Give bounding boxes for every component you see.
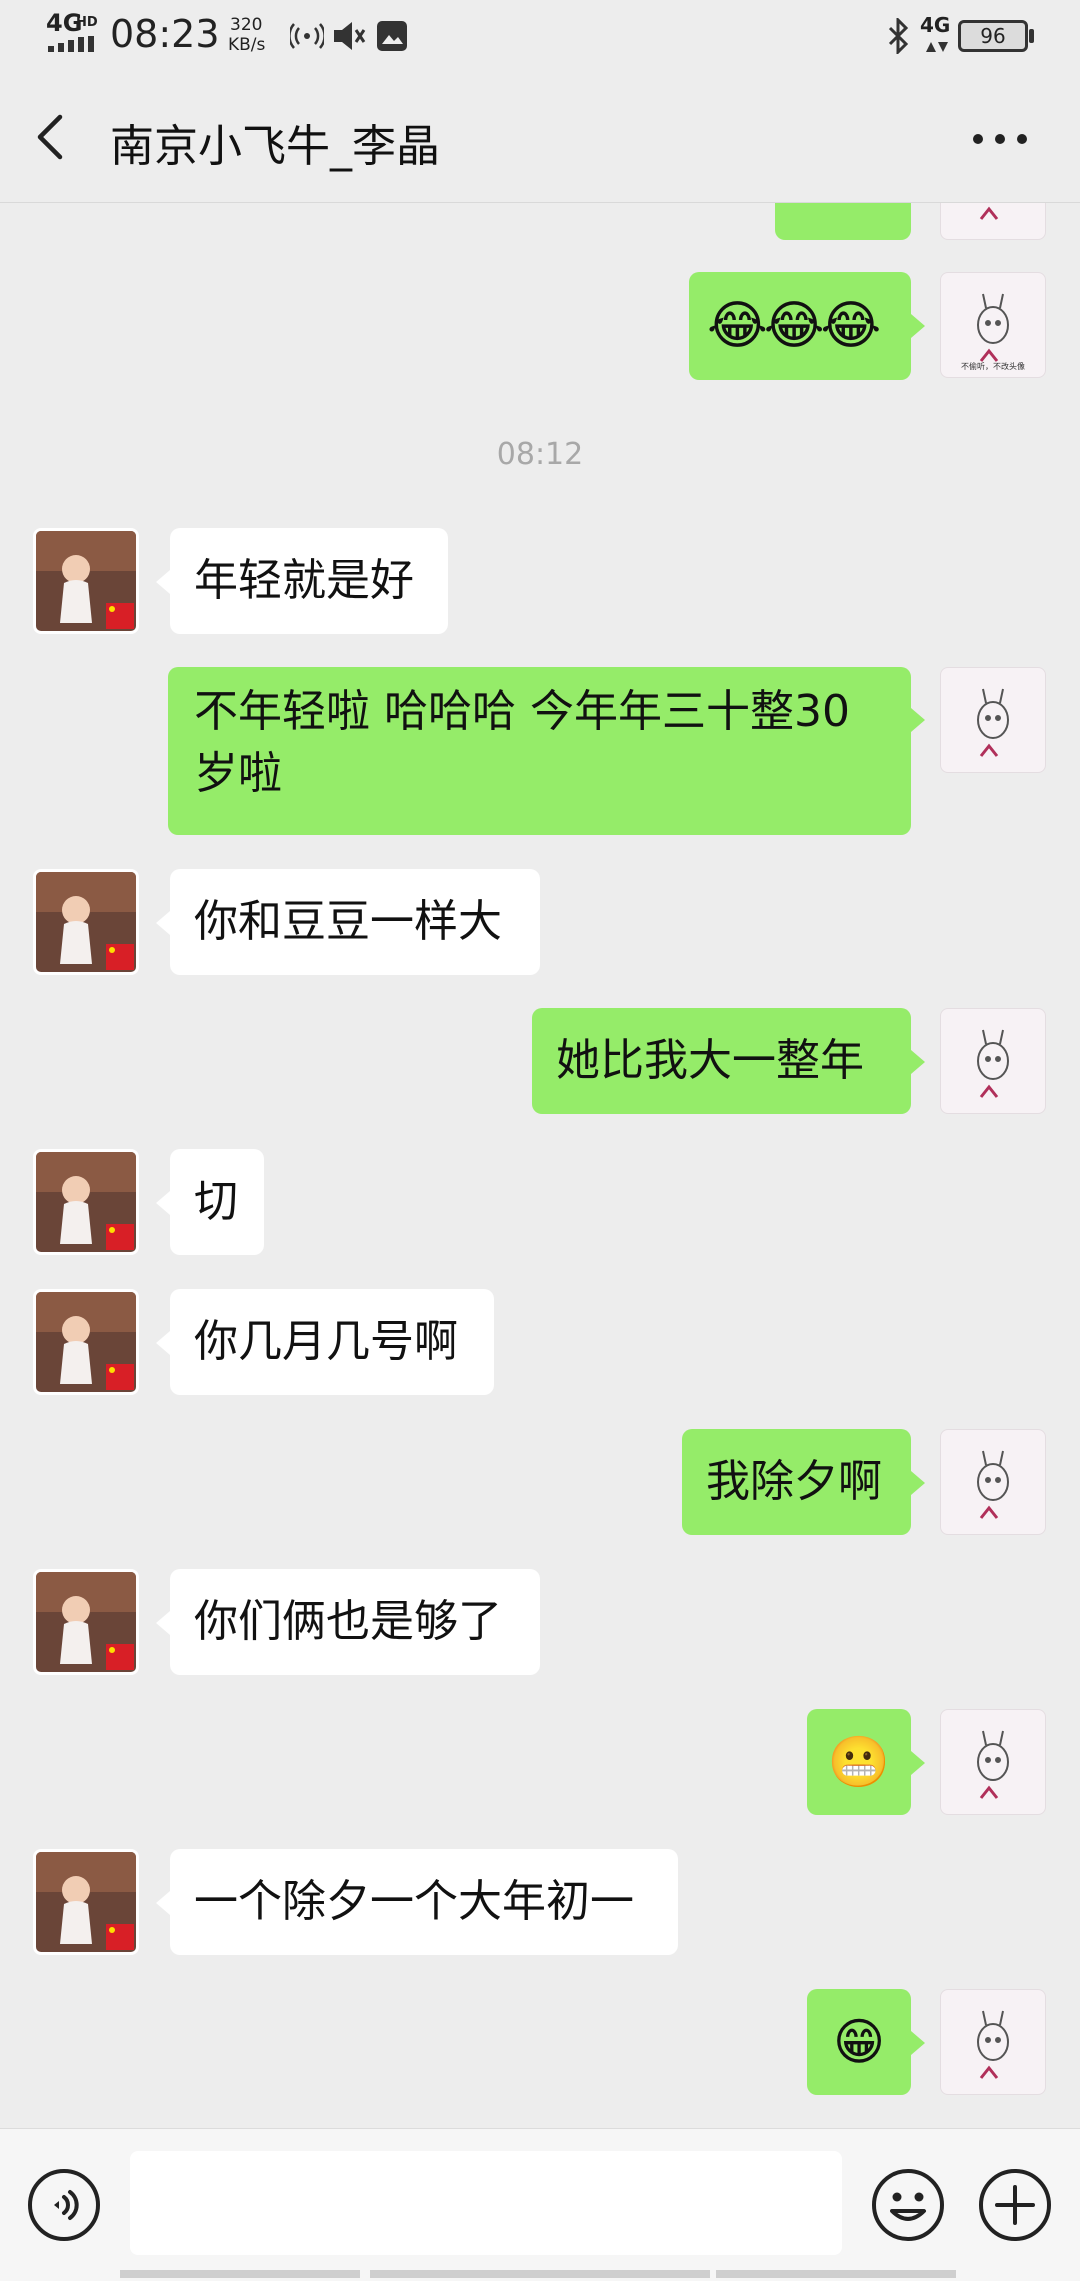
contact-avatar[interactable]	[33, 1149, 139, 1255]
bubble-tail	[911, 1471, 925, 1495]
message-text-line: 不年轻啦 哈哈哈 今年年三十整30	[194, 686, 850, 737]
net-speed-unit: KB/s	[228, 35, 266, 55]
message-bubble[interactable]: 切	[170, 1149, 264, 1255]
contact-avatar[interactable]	[33, 1569, 139, 1675]
message-text: 我除夕啊	[706, 1456, 882, 1507]
message-bubble[interactable]: 一个除夕一个大年初一	[170, 1849, 678, 1955]
chat-title: 南京小飞牛_李晶	[110, 121, 440, 172]
gallery-icon	[377, 21, 407, 51]
plus-icon[interactable]	[977, 2167, 1053, 2243]
message-bubble[interactable]: 你们俩也是够了	[170, 1569, 540, 1675]
message-bubble[interactable]: 你几月几号啊	[170, 1289, 494, 1395]
message-text-line: 岁啦	[194, 748, 282, 799]
rabbit-avatar-icon	[977, 1730, 1009, 1799]
message-text: 你几月几号啊	[194, 1316, 458, 1367]
network-sup-label: HD	[76, 15, 98, 30]
mute-icon	[334, 22, 366, 50]
more-icon[interactable]	[970, 132, 1030, 146]
my-avatar[interactable]	[940, 1989, 1046, 2095]
status-bar: 4G HD 08:23 320 KB/s 4G 96	[0, 0, 1080, 70]
message-bubble-emoji[interactable]: 😂😂😂	[689, 272, 911, 380]
nav-gesture-bar	[120, 2270, 360, 2278]
data-arrows-icon	[926, 42, 948, 52]
message-text: 你们俩也是够了	[194, 1596, 502, 1647]
bubble-tail	[156, 570, 170, 594]
child-photo-icon	[36, 531, 136, 631]
my-avatar[interactable]	[940, 1429, 1046, 1535]
child-photo-icon	[36, 1292, 136, 1392]
my-avatar[interactable]	[940, 1008, 1046, 1114]
chat-timestamp: 08:12	[496, 437, 584, 472]
bubble-tail	[156, 1191, 170, 1215]
contact-avatar[interactable]	[33, 1289, 139, 1395]
message-bubble-emoji[interactable]: 😁	[807, 1989, 911, 2095]
bubble-tail	[911, 1050, 925, 1074]
child-photo-icon	[36, 872, 136, 972]
bubble-tail	[911, 708, 925, 732]
message-bubble[interactable]: 我除夕啊	[682, 1429, 911, 1535]
svg-text:不偷听，不改头像: 不偷听，不改头像	[961, 361, 1025, 371]
message-text: 切	[194, 1176, 238, 1227]
message-bubble[interactable]: 你和豆豆一样大	[170, 869, 540, 975]
grin-emoji: 😁	[832, 2013, 886, 2071]
contact-avatar[interactable]	[33, 1849, 139, 1955]
battery-tip	[1029, 29, 1034, 43]
rabbit-avatar-icon	[977, 1029, 1009, 1098]
child-photo-icon	[36, 1852, 136, 1952]
bubble-tail	[156, 1611, 170, 1635]
nav-gesture-bar	[370, 2270, 710, 2278]
my-avatar[interactable]	[940, 667, 1046, 773]
message-bubble[interactable]: 不年轻啦 哈哈哈 今年年三十整30 岁啦	[168, 667, 911, 835]
signal-icon	[48, 36, 94, 52]
input-bar	[0, 2128, 1080, 2281]
contact-avatar[interactable]	[33, 869, 139, 975]
bubble-tail	[156, 911, 170, 935]
message-bubble[interactable]: 她比我大一整年	[532, 1008, 911, 1114]
chat-header: 南京小飞牛_李晶	[0, 70, 1080, 203]
message-text: 年轻就是好	[194, 555, 414, 606]
my-avatar[interactable]: 不偷听，不改头像	[940, 272, 1046, 378]
emoji-icon[interactable]	[870, 2167, 946, 2243]
net-speed-value: 320	[230, 15, 263, 35]
rabbit-avatar-icon	[977, 688, 1009, 757]
rabbit-avatar-icon	[977, 1450, 1009, 1519]
message-text: 你和豆豆一样大	[194, 896, 502, 947]
child-photo-icon	[36, 1152, 136, 1252]
message-text: 一个除夕一个大年初一	[194, 1876, 634, 1927]
my-avatar[interactable]	[940, 1709, 1046, 1815]
message-input[interactable]	[130, 2151, 842, 2255]
grimace-emoji: 😬	[827, 1733, 891, 1791]
battery-level: 96	[980, 24, 1006, 48]
bubble-tail	[156, 1891, 170, 1915]
message-bubble[interactable]: 年轻就是好	[170, 528, 448, 634]
message-bubble-emoji[interactable]: 😬	[807, 1709, 911, 1815]
message-text: 她比我大一整年	[556, 1035, 864, 1086]
bubble-tail	[911, 2031, 925, 2055]
rabbit-avatar-icon: 不偷听，不改头像	[961, 293, 1025, 371]
bubble-tail	[911, 314, 925, 338]
bubble-tail	[911, 1751, 925, 1775]
chat-area[interactable]: 😂😂😂 不偷听，不改头像 08:12 年轻就是好 不年轻啦 哈哈哈 今年年三十整…	[0, 0, 1080, 2130]
laughing-crying-emoji: 😂😂😂	[707, 296, 881, 356]
rabbit-avatar-icon	[977, 2010, 1009, 2079]
contact-avatar[interactable]	[33, 528, 139, 634]
status-time: 08:23	[110, 12, 220, 56]
nav-gesture-bar	[716, 2270, 956, 2278]
bubble-tail	[156, 1331, 170, 1355]
child-photo-icon	[36, 1572, 136, 1672]
network-right-label: 4G	[920, 13, 951, 37]
bluetooth-icon	[888, 18, 909, 54]
battery-icon: 96	[958, 20, 1028, 52]
hotspot-icon	[290, 23, 324, 49]
voice-icon[interactable]	[26, 2167, 102, 2243]
back-icon[interactable]	[30, 112, 74, 162]
